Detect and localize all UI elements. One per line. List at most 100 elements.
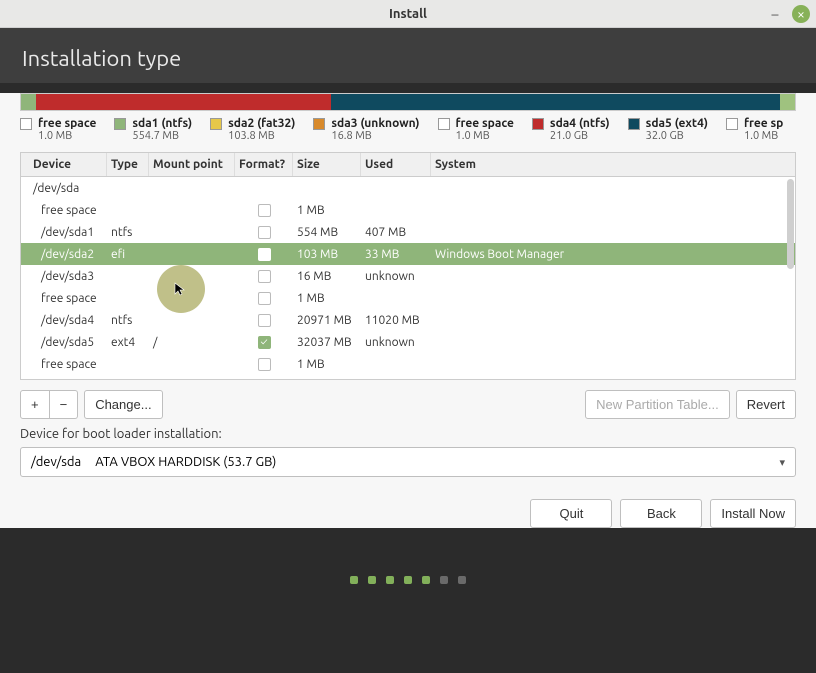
legend-swatch [20,118,32,130]
format-checkbox[interactable] [258,292,271,305]
legend-item: sda1 (ntfs)554.7 MB [114,117,192,142]
cell-format[interactable] [235,336,293,349]
cell-system: Windows Boot Manager [431,248,787,261]
cell-mount: / [149,336,235,349]
table-row[interactable]: free space1 MB [21,353,795,375]
chevron-down-icon: ▾ [779,456,785,469]
legend-item: free space1.0 MB [438,117,514,142]
col-system[interactable]: System [431,153,787,176]
disk-usage-bar [20,93,796,111]
cell-device: /dev/sda1 [29,226,107,239]
legend-size: 1.0 MB [456,130,490,142]
table-scrollbar[interactable] [787,179,794,269]
legend-size: 103.8 MB [228,130,275,142]
legend-item: sda5 (ext4)32.0 GB [628,117,708,142]
cell-used: 407 MB [361,226,431,239]
table-row[interactable]: /dev/sda2efi103 MB33 MBWindows Boot Mana… [21,243,795,265]
cell-format[interactable] [235,204,293,217]
col-size[interactable]: Size [293,153,361,176]
close-button[interactable]: × [792,5,810,23]
table-row[interactable]: /dev/sda1ntfs554 MB407 MB [21,221,795,243]
back-button[interactable]: Back [620,499,702,528]
change-partition-button[interactable]: Change... [84,390,162,419]
footer-buttons: Quit Back Install Now [20,499,796,528]
legend-name: free sp [744,117,783,130]
progress-dot [422,576,430,584]
table-row[interactable]: /dev/sda [21,177,795,199]
cell-format[interactable] [235,270,293,283]
disk-segment [780,94,795,110]
table-row[interactable]: /dev/sda316 MBunknown [21,265,795,287]
legend-item: free space1.0 MB [20,117,96,142]
cell-type: ntfs [107,314,149,327]
bootloader-select[interactable]: /dev/sda ATA VBOX HARDDISK (53.7 GB) ▾ [20,447,796,477]
format-checkbox[interactable] [258,314,271,327]
window-title: Install [389,7,427,21]
legend-size: 16.8 MB [331,130,371,142]
partition-table[interactable]: Device Type Mount point Format? Size Use… [20,152,796,380]
legend-item: sda3 (unknown)16.8 MB [313,117,419,142]
cell-format[interactable] [235,314,293,327]
cell-used: 11020 MB [361,314,431,327]
install-now-button[interactable]: Install Now [710,499,796,528]
table-row[interactable]: free space1 MB [21,199,795,221]
cell-device: free space [29,358,107,371]
legend-name: sda2 (fat32) [228,117,295,130]
table-row[interactable]: /dev/sda4ntfs20971 MB11020 MB [21,309,795,331]
table-row[interactable]: /dev/sda5ext4/32037 MBunknown [21,331,795,353]
legend-item: sda2 (fat32)103.8 MB [210,117,295,142]
col-type[interactable]: Type [107,153,149,176]
add-partition-button[interactable]: + [20,390,50,419]
cell-type: ntfs [107,226,149,239]
cell-size: 1 MB [293,292,361,305]
legend-name: sda3 (unknown) [331,117,419,130]
cell-device: free space [29,204,107,217]
col-mount[interactable]: Mount point [149,153,235,176]
format-checkbox[interactable] [258,204,271,217]
cell-format[interactable] [235,226,293,239]
legend-swatch [628,118,640,130]
partition-toolbar: + − Change... New Partition Table... Rev… [20,390,796,419]
remove-partition-button[interactable]: − [50,390,79,419]
legend-swatch [210,118,222,130]
cell-used: 33 MB [361,248,431,261]
cell-format[interactable] [235,248,293,261]
legend-swatch [313,118,325,130]
table-header: Device Type Mount point Format? Size Use… [21,153,795,177]
revert-button[interactable]: Revert [736,390,796,419]
format-checkbox[interactable] [258,358,271,371]
minimize-button[interactable]: – [766,5,784,23]
table-row[interactable]: free space1 MB [21,287,795,309]
cell-device: /dev/sda3 [29,270,107,283]
page-header: Installation type [0,28,816,83]
cell-format[interactable] [235,358,293,371]
col-used[interactable]: Used [361,153,431,176]
quit-button[interactable]: Quit [530,499,612,528]
format-checkbox[interactable] [258,248,271,261]
format-checkbox[interactable] [258,336,271,349]
legend-name: sda5 (ext4) [646,117,708,130]
cell-used: unknown [361,270,431,283]
cell-size: 32037 MB [293,336,361,349]
legend-swatch [438,118,450,130]
progress-dot [440,576,448,584]
page-title: Installation type [22,46,794,71]
format-checkbox[interactable] [258,270,271,283]
legend-size: 32.0 GB [646,130,684,142]
legend-item: free sp1.0 MB [726,117,783,142]
cell-type: efi [107,248,149,261]
cell-device: /dev/sda [29,182,107,195]
window-controls: – × [766,5,810,23]
format-checkbox[interactable] [258,226,271,239]
cell-device: /dev/sda5 [29,336,107,349]
bootloader-device: /dev/sda [31,455,81,469]
cell-size: 20971 MB [293,314,361,327]
legend-swatch [114,118,126,130]
legend-name: sda4 (ntfs) [550,117,610,130]
new-partition-table-button[interactable]: New Partition Table... [585,390,730,419]
disk-segment [331,94,780,110]
bootloader-label: Device for boot loader installation: [20,427,796,441]
col-device[interactable]: Device [29,153,107,176]
col-format[interactable]: Format? [235,153,293,176]
cell-format[interactable] [235,292,293,305]
